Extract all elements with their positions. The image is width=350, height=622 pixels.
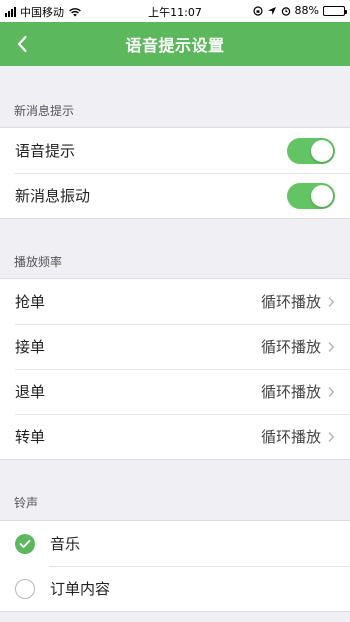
ringtone-option-label: 音乐: [50, 535, 81, 553]
ringtone-option-label: 订单内容: [50, 580, 111, 598]
group-ringtone: 音乐 订单内容: [0, 520, 350, 612]
status-bar: 中国移动 上午11:07 88%: [0, 0, 350, 22]
ringtone-option-music[interactable]: 音乐: [0, 521, 350, 566]
toggle-knob: [311, 139, 333, 162]
alarm-icon: [281, 6, 290, 16]
frequency-value: 循环播放: [260, 383, 321, 401]
back-button[interactable]: [10, 32, 34, 56]
frequency-label: 抢单: [15, 293, 46, 311]
radio-checked-icon[interactable]: [15, 533, 35, 554]
chevron-left-icon: [17, 35, 27, 53]
toggle-knob: [311, 184, 333, 207]
voice-prompt-label: 语音提示: [15, 142, 76, 160]
chevron-right-icon: [328, 296, 335, 307]
battery-percent: 88%: [294, 4, 319, 17]
status-right: 88%: [252, 4, 347, 17]
battery-icon: [323, 5, 347, 16]
frequency-label: 退单: [15, 383, 46, 401]
section-header-frequency: 播放频率: [14, 255, 63, 269]
chevron-right-icon: [328, 431, 335, 442]
location-icon: [267, 6, 276, 15]
frequency-row-transfer[interactable]: 转单 循环播放: [0, 414, 350, 459]
frequency-label: 转单: [15, 428, 46, 446]
radio-unchecked-icon[interactable]: [15, 578, 35, 599]
frequency-label: 接单: [15, 338, 46, 356]
ringtone-option-order-content[interactable]: 订单内容: [0, 566, 350, 611]
page-title: 语音提示设置: [125, 36, 225, 55]
vibrate-row: 新消息振动: [0, 173, 350, 218]
checkmark-icon: [19, 539, 31, 548]
vibrate-label: 新消息振动: [15, 187, 91, 205]
voice-prompt-row: 语音提示: [0, 128, 350, 173]
rotation-lock-icon: [252, 5, 263, 16]
frequency-value: 循环播放: [260, 293, 321, 311]
group-frequency: 抢单 循环播放 接单 循环播放 退单 循环播放 转单 循环播放: [0, 278, 350, 460]
frequency-row-refund[interactable]: 退单 循环播放: [0, 369, 350, 414]
section-header-ringtone: 铃声: [14, 496, 39, 510]
frequency-value: 循环播放: [260, 428, 321, 446]
chevron-right-icon: [328, 341, 335, 352]
section-header-new-message: 新消息提示: [14, 104, 75, 118]
frequency-row-grab[interactable]: 抢单 循环播放: [0, 279, 350, 324]
nav-bar: 语音提示设置: [0, 22, 350, 66]
voice-prompt-toggle[interactable]: [287, 137, 335, 164]
vibrate-toggle[interactable]: [287, 182, 335, 209]
chevron-right-icon: [328, 386, 335, 397]
frequency-value: 循环播放: [260, 338, 321, 356]
frequency-row-accept[interactable]: 接单 循环播放: [0, 324, 350, 369]
group-new-message: 语音提示 新消息振动: [0, 127, 350, 219]
